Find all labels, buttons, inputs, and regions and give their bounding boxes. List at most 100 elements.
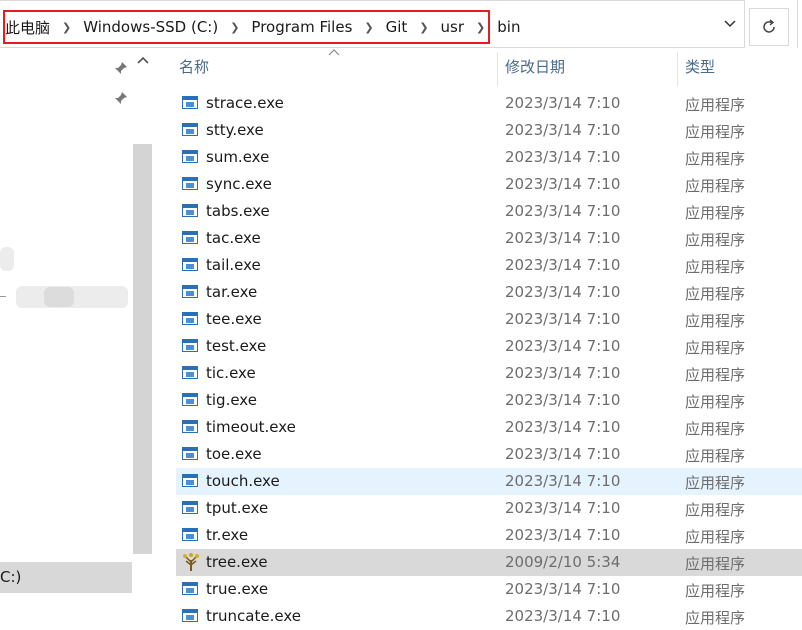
chevron-right-icon[interactable]: ❯ bbox=[419, 21, 428, 34]
file-type: 应用程序 bbox=[685, 420, 746, 438]
file-type: 应用程序 bbox=[685, 96, 746, 114]
chevron-right-icon[interactable]: ❯ bbox=[230, 21, 239, 34]
file-date: 2023/3/14 7:10 bbox=[505, 580, 621, 598]
file-type: 应用程序 bbox=[685, 609, 746, 627]
file-row[interactable]: true.exe 2023/3/14 7:10 应用程序 bbox=[176, 576, 802, 603]
file-name: tabs.exe bbox=[206, 202, 270, 220]
file-row[interactable]: tabs.exe 2023/3/14 7:10 应用程序 bbox=[176, 198, 802, 225]
application-icon bbox=[182, 609, 198, 622]
chevron-down-icon[interactable] bbox=[718, 15, 742, 39]
file-date: 2023/3/14 7:10 bbox=[505, 472, 621, 490]
scroll-up-icon[interactable] bbox=[136, 54, 150, 68]
blurred-nav-item bbox=[44, 287, 74, 307]
application-icon bbox=[182, 123, 198, 136]
file-date: 2023/3/14 7:10 bbox=[505, 229, 621, 247]
breadcrumb-item-bin[interactable]: bin bbox=[497, 18, 520, 36]
application-icon bbox=[182, 204, 198, 217]
file-type: 应用程序 bbox=[685, 177, 746, 195]
nav-item-label: C:) bbox=[0, 568, 22, 586]
file-row[interactable]: tig.exe 2023/3/14 7:10 应用程序 bbox=[176, 387, 802, 414]
file-name: tig.exe bbox=[206, 391, 257, 409]
file-row[interactable]: test.exe 2023/3/14 7:10 应用程序 bbox=[176, 333, 802, 360]
file-name: tar.exe bbox=[206, 283, 258, 301]
file-name: tree.exe bbox=[206, 553, 268, 571]
file-row[interactable]: tee.exe 2023/3/14 7:10 应用程序 bbox=[176, 306, 802, 333]
file-date: 2023/3/14 7:10 bbox=[505, 445, 621, 463]
breadcrumb-item-program-files[interactable]: Program Files bbox=[251, 18, 352, 36]
file-type: 应用程序 bbox=[685, 258, 746, 276]
file-date: 2009/2/10 5:34 bbox=[505, 553, 621, 571]
file-row[interactable]: tic.exe 2023/3/14 7:10 应用程序 bbox=[176, 360, 802, 387]
file-row[interactable]: tree.exe 2009/2/10 5:34 应用程序 bbox=[176, 549, 802, 576]
file-type: 应用程序 bbox=[685, 231, 746, 249]
application-icon bbox=[182, 285, 198, 298]
nav-scrollbar-thumb[interactable] bbox=[133, 144, 152, 554]
file-date: 2023/3/14 7:10 bbox=[505, 256, 621, 274]
refresh-button[interactable] bbox=[749, 8, 789, 46]
pin-icon[interactable] bbox=[114, 91, 128, 108]
application-icon bbox=[182, 501, 198, 514]
file-row[interactable]: tput.exe 2023/3/14 7:10 应用程序 bbox=[176, 495, 802, 522]
file-row[interactable]: truncate.exe 2023/3/14 7:10 应用程序 bbox=[176, 603, 802, 630]
address-bar[interactable]: 此电脑 ❯ Windows-SSD (C:) ❯ Program Files ❯… bbox=[0, 0, 745, 48]
file-name: true.exe bbox=[206, 580, 269, 598]
refresh-icon bbox=[763, 19, 775, 33]
application-icon bbox=[182, 582, 198, 595]
application-icon bbox=[182, 447, 198, 460]
file-date: 2023/3/14 7:10 bbox=[505, 148, 621, 166]
column-divider[interactable] bbox=[677, 52, 678, 86]
file-type: 应用程序 bbox=[685, 123, 746, 141]
tree-icon bbox=[182, 552, 200, 572]
file-type: 应用程序 bbox=[685, 285, 746, 303]
column-header-type[interactable]: 类型 bbox=[685, 56, 715, 84]
breadcrumb-item-drive[interactable]: Windows-SSD (C:) bbox=[83, 18, 218, 36]
file-row[interactable]: tail.exe 2023/3/14 7:10 应用程序 bbox=[176, 252, 802, 279]
file-row[interactable]: sum.exe 2023/3/14 7:10 应用程序 bbox=[176, 144, 802, 171]
file-row[interactable]: tar.exe 2023/3/14 7:10 应用程序 bbox=[176, 279, 802, 306]
file-row[interactable]: tac.exe 2023/3/14 7:10 应用程序 bbox=[176, 225, 802, 252]
file-name: tic.exe bbox=[206, 364, 256, 382]
file-type: 应用程序 bbox=[685, 339, 746, 357]
application-icon bbox=[182, 177, 198, 190]
file-row[interactable]: toe.exe 2023/3/14 7:10 应用程序 bbox=[176, 441, 802, 468]
column-header-date[interactable]: 修改日期 bbox=[505, 56, 565, 84]
file-date: 2023/3/14 7:10 bbox=[505, 337, 621, 355]
file-row[interactable]: tr.exe 2023/3/14 7:10 应用程序 bbox=[176, 522, 802, 549]
file-date: 2023/3/14 7:10 bbox=[505, 310, 621, 328]
chevron-right-icon[interactable]: ❯ bbox=[476, 21, 485, 34]
application-icon bbox=[182, 528, 198, 541]
application-icon bbox=[182, 96, 198, 109]
file-row[interactable]: stty.exe 2023/3/14 7:10 应用程序 bbox=[176, 117, 802, 144]
breadcrumb-item-git[interactable]: Git bbox=[386, 18, 408, 36]
column-header-name[interactable]: 名称 bbox=[179, 56, 209, 84]
application-icon bbox=[182, 150, 198, 163]
file-date: 2023/3/14 7:10 bbox=[505, 607, 621, 625]
file-date: 2023/3/14 7:10 bbox=[505, 94, 621, 112]
file-date: 2023/3/14 7:10 bbox=[505, 418, 621, 436]
breadcrumb-item-usr[interactable]: usr bbox=[441, 18, 465, 36]
file-row[interactable]: sync.exe 2023/3/14 7:10 应用程序 bbox=[176, 171, 802, 198]
file-type: 应用程序 bbox=[685, 204, 746, 222]
file-row[interactable]: touch.exe 2023/3/14 7:10 应用程序 bbox=[176, 468, 802, 495]
chevron-right-icon[interactable]: ❯ bbox=[364, 21, 373, 34]
file-type: 应用程序 bbox=[685, 393, 746, 411]
tree-line bbox=[0, 296, 6, 297]
application-icon bbox=[182, 312, 198, 325]
file-name: truncate.exe bbox=[206, 607, 301, 625]
file-type: 应用程序 bbox=[685, 366, 746, 384]
column-divider[interactable] bbox=[497, 52, 498, 86]
file-row[interactable]: timeout.exe 2023/3/14 7:10 应用程序 bbox=[176, 414, 802, 441]
file-row[interactable]: strace.exe 2023/3/14 7:10 应用程序 bbox=[176, 90, 802, 117]
file-name: tput.exe bbox=[206, 499, 269, 517]
file-name: sync.exe bbox=[206, 175, 272, 193]
sort-ascending-icon bbox=[328, 46, 340, 59]
application-icon bbox=[182, 258, 198, 271]
chevron-right-icon[interactable]: ❯ bbox=[62, 21, 71, 34]
breadcrumb-item-this-pc[interactable]: 此电脑 bbox=[5, 17, 50, 38]
nav-item-drive-c[interactable]: C:) bbox=[0, 562, 132, 593]
search-box-edge[interactable] bbox=[797, 0, 802, 48]
file-date: 2023/3/14 7:10 bbox=[505, 391, 621, 409]
pin-icon[interactable] bbox=[114, 61, 128, 78]
application-icon bbox=[182, 474, 198, 487]
file-name: tee.exe bbox=[206, 310, 262, 328]
